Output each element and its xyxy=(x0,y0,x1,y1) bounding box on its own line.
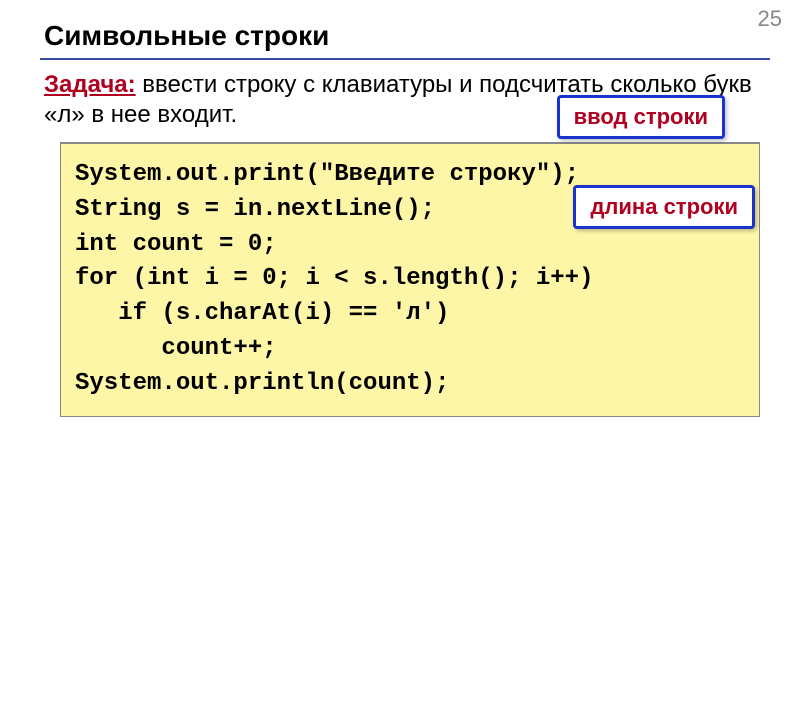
code-line-4: for (int i = 0; i < s.length(); i++) xyxy=(75,265,593,292)
code-line-1: System.out.print("Введите строку"); xyxy=(75,161,579,188)
code-line-6: count++; xyxy=(75,335,277,362)
code-line-3: int count = 0; xyxy=(75,231,277,258)
code-block: System.out.print("Введите строку"); Stri… xyxy=(60,142,760,417)
code-line-2: String s = in.nextLine(); xyxy=(75,196,435,223)
callout-input: ввод строки xyxy=(557,95,725,139)
slide: 25 Символьные строки Задача: ввести стро… xyxy=(10,0,790,585)
page-number: 25 xyxy=(758,6,782,32)
code-line-5: if (s.charAt(i) == 'л') xyxy=(75,300,449,327)
slide-title: Символьные строки xyxy=(10,0,790,58)
code-line-7: System.out.println(count); xyxy=(75,370,449,397)
callout-length: длина строки xyxy=(573,185,755,229)
task-label: Задача: xyxy=(44,71,136,98)
